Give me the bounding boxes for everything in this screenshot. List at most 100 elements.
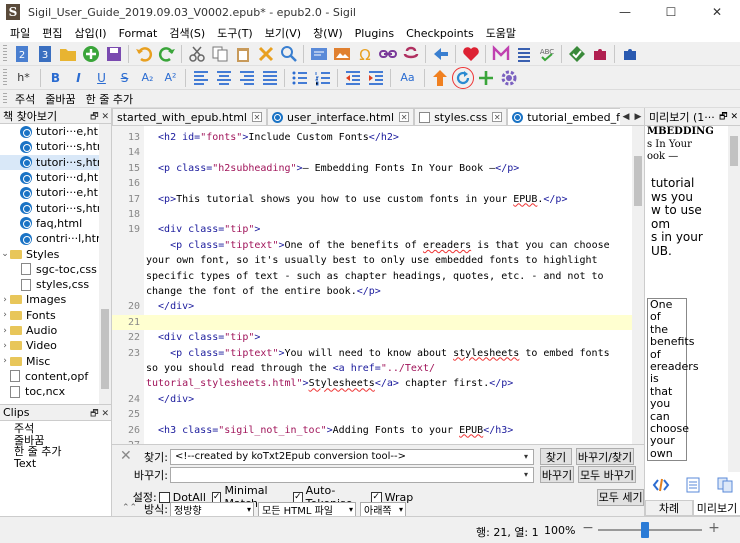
align-center-icon[interactable] (213, 67, 235, 89)
book-tree-item[interactable]: tutori···s,html (0, 139, 100, 154)
spellcheck-icon[interactable]: ABC (536, 43, 558, 65)
cut-icon[interactable] (186, 43, 208, 65)
menu-insert[interactable]: 삽입(I) (69, 25, 113, 41)
plugin-blue-icon[interactable] (619, 43, 641, 65)
zoom-slider[interactable] (598, 529, 702, 531)
donate-heart-icon[interactable] (460, 43, 482, 65)
book-tree-item[interactable]: › Misc (0, 353, 100, 368)
paste-icon[interactable] (232, 43, 254, 65)
tab-scroll-left-icon[interactable]: ◀ (620, 112, 632, 122)
tab-scroll-right-icon[interactable]: ▶ (632, 112, 644, 122)
book-tree-item[interactable]: tutori···e,html (0, 124, 100, 139)
editor-scrollbar[interactable] (632, 126, 644, 444)
preview-page-icon[interactable] (684, 476, 702, 497)
zoom-slider-handle[interactable] (640, 522, 649, 538)
new-epub3-icon[interactable]: 3 (34, 43, 56, 65)
editor-tab[interactable]: styles.css ✕ (414, 108, 508, 125)
clip-item[interactable]: 주석 (14, 423, 111, 435)
book-tree-item[interactable]: faq,html (0, 216, 100, 231)
chevron-down-icon[interactable]: ▾ (519, 450, 533, 464)
clear-format-icon[interactable] (255, 43, 277, 65)
book-tree-item[interactable]: › Fonts (0, 308, 100, 323)
open-folder-icon[interactable] (57, 43, 79, 65)
editor-tab[interactable]: user_interface.html ✕ (266, 108, 415, 125)
align-justify-icon[interactable] (259, 67, 281, 89)
chevron-down-icon[interactable]: ▾ (519, 468, 533, 482)
bold-button[interactable]: B (45, 67, 67, 89)
menu-format[interactable]: Format (113, 27, 164, 40)
add-plus-icon[interactable] (475, 67, 497, 89)
tab-toc[interactable]: 차례 (645, 500, 693, 516)
book-tree-item[interactable]: tutori···s,html (0, 200, 100, 215)
settings-gear-icon[interactable] (498, 67, 520, 89)
menu-tools[interactable]: 도구(T) (211, 25, 259, 41)
superscript-button[interactable]: A² (160, 67, 182, 89)
chevron-right-icon[interactable]: › (0, 356, 10, 366)
toolbar-grip[interactable] (3, 44, 7, 63)
metadata-editor-icon[interactable] (490, 43, 512, 65)
code-editor[interactable]: 13 <h2 id="fonts">Include Custom Fonts</… (112, 126, 644, 444)
chevron-down-icon[interactable]: ⌄ (0, 249, 10, 259)
panel-float-close-icon[interactable]: 🗗 ✕ (719, 109, 738, 125)
panel-float-close-icon[interactable]: 🗗 ✕ (90, 406, 109, 422)
save-icon[interactable] (103, 43, 125, 65)
strikethrough-button[interactable]: S (114, 67, 136, 89)
book-tree-item[interactable]: ⌄ Styles (0, 246, 100, 261)
book-tree-item[interactable]: › Audio (0, 323, 100, 338)
heading-dropdown[interactable]: h* (11, 67, 37, 89)
validate-icon[interactable] (566, 43, 588, 65)
numbered-list-icon[interactable] (312, 67, 334, 89)
copy-icon[interactable] (209, 43, 231, 65)
undo-icon[interactable] (133, 43, 155, 65)
close-tab-icon[interactable]: ✕ (251, 112, 262, 122)
replace-input[interactable]: ▾ (170, 466, 534, 483)
book-tree-item[interactable]: toc,ncx (0, 384, 100, 399)
menu-window[interactable]: 창(W) (307, 25, 349, 41)
indent-icon[interactable] (365, 67, 387, 89)
mode-select[interactable]: 정방향 ▾ (170, 501, 254, 517)
zoom-in-button[interactable]: + (706, 520, 722, 536)
book-tree-item[interactable]: tutori···e,html (0, 185, 100, 200)
book-browser-scrollbar[interactable] (99, 124, 111, 404)
bullet-list-icon[interactable] (289, 67, 311, 89)
chevron-right-icon[interactable]: › (0, 326, 10, 336)
replace-find-button[interactable]: 바꾸기/찾기 (576, 448, 634, 465)
maximize-button[interactable]: ☐ (648, 0, 694, 24)
book-tree-item[interactable]: › Video (0, 338, 100, 353)
book-tree-item[interactable]: contri···l,html (0, 231, 100, 246)
clip-item[interactable]: Text (14, 457, 111, 470)
toolbar-grip[interactable] (3, 92, 7, 105)
clip-linebreak[interactable]: 줄바꿈 (40, 91, 80, 107)
menu-file[interactable]: 파일 (4, 25, 36, 41)
code-view-icon[interactable] (308, 43, 330, 65)
find-button[interactable]: 찾기 (540, 448, 572, 465)
new-epub2-icon[interactable]: 2 (11, 43, 33, 65)
special-char-icon[interactable]: Ω (354, 43, 376, 65)
zoom-out-button[interactable]: − (580, 520, 596, 536)
menu-edit[interactable]: 편집 (36, 25, 68, 41)
subscript-button[interactable]: A₂ (137, 67, 159, 89)
find-icon[interactable] (278, 43, 300, 65)
toolbar-grip[interactable] (3, 68, 7, 87)
chevron-right-icon[interactable]: › (0, 341, 10, 351)
underline-button[interactable]: U (91, 67, 113, 89)
tab-preview[interactable]: 미리보기 (693, 500, 740, 516)
preview-scrollbar[interactable] (728, 126, 740, 472)
editor-tab[interactable]: started_with_epub.html ✕ (112, 108, 267, 125)
direction-select[interactable]: 아래쪽 ▾ (360, 501, 406, 517)
toc-editor-icon[interactable] (513, 43, 535, 65)
close-button[interactable]: ✕ (694, 0, 740, 24)
scope-select[interactable]: 모든 HTML 파일 ▾ (258, 501, 356, 517)
menu-checkpoints[interactable]: Checkpoints (400, 27, 480, 40)
change-case-dropdown[interactable]: Aa (395, 67, 421, 89)
count-all-button[interactable]: 모두 세기 (597, 488, 644, 506)
replace-button[interactable]: 바꾸기 (540, 466, 574, 483)
panel-float-close-icon[interactable]: 🗗 ✕ (90, 109, 109, 125)
menu-help[interactable]: 도움말 (480, 25, 522, 41)
book-tree-item[interactable]: content,opf (0, 369, 100, 384)
refresh-icon[interactable] (451, 66, 474, 89)
menu-view[interactable]: 보기(V) (259, 25, 307, 41)
insert-link-icon[interactable] (377, 43, 399, 65)
book-tree-item[interactable]: styles,css (0, 277, 100, 292)
heading-up-icon[interactable] (429, 67, 451, 89)
